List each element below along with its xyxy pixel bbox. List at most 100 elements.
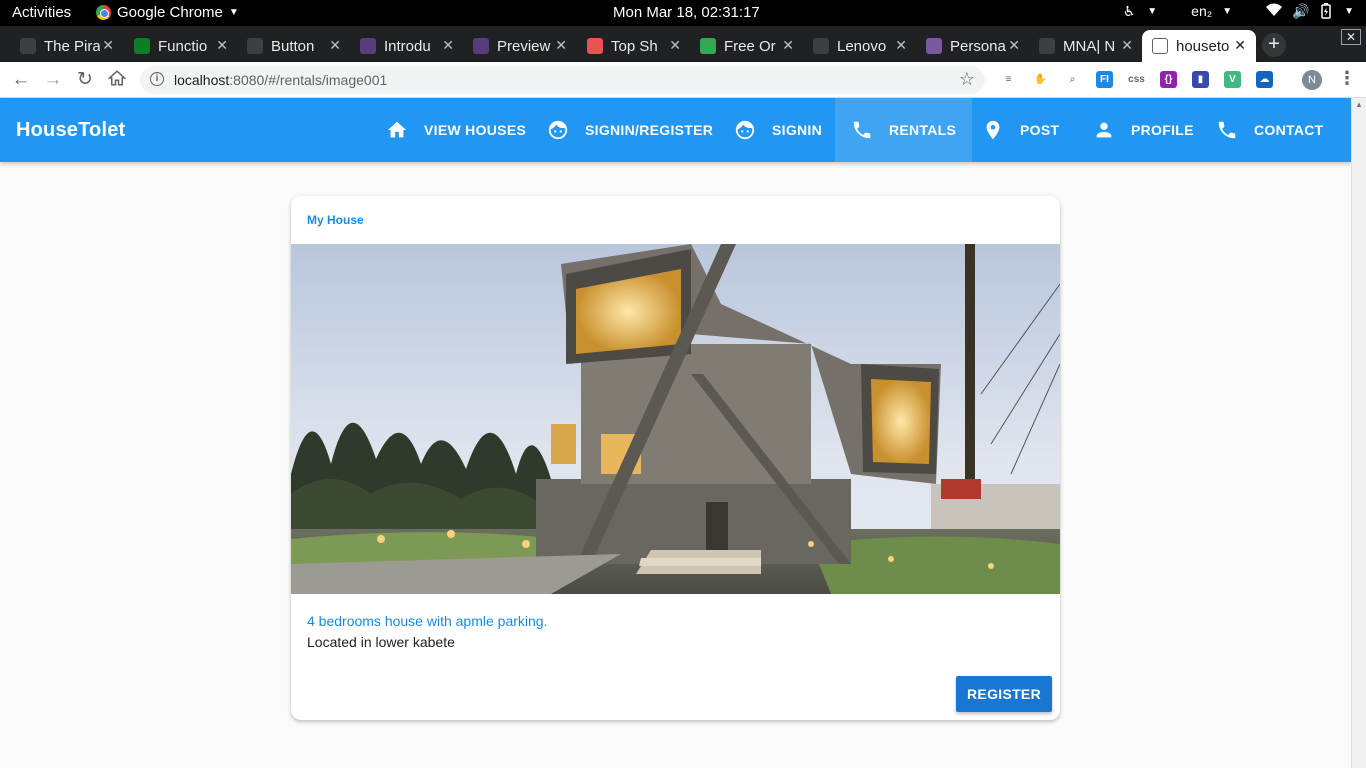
browser-tab-title: Top Sh <box>611 37 658 55</box>
close-tab-icon[interactable]: ✕ <box>555 37 567 54</box>
vue-devtools-icon[interactable]: V <box>1224 71 1241 88</box>
window-close-button[interactable]: ✕ <box>1341 29 1361 45</box>
close-tab-icon[interactable]: ✕ <box>1121 37 1133 54</box>
browser-tab-title: Button <box>271 37 315 55</box>
browser-tab-title: Persona <box>950 37 1006 55</box>
browser-tab-title: MNA| N <box>1063 37 1116 55</box>
browser-tab[interactable]: Persona ✕ <box>916 30 1030 62</box>
close-tab-icon[interactable]: ✕ <box>895 37 907 54</box>
close-tab-icon[interactable]: ✕ <box>329 37 341 54</box>
forward-button[interactable]: → <box>42 69 64 91</box>
lenovo-icon <box>813 38 829 54</box>
close-tab-icon[interactable]: ✕ <box>1234 37 1246 54</box>
browser-tab[interactable]: Functio ✕ <box>124 30 238 62</box>
profile-avatar[interactable]: N <box>1302 70 1322 90</box>
bookmark-star-icon[interactable]: ☆ <box>959 69 975 90</box>
location-pin-icon <box>982 119 1004 141</box>
browser-tab[interactable]: The Pira ✕ <box>10 30 124 62</box>
page-scrollbar[interactable]: ▲ <box>1351 98 1366 768</box>
browser-tab[interactable]: Lenovo ✕ <box>803 30 917 62</box>
cloud-extension-icon[interactable]: ☁ <box>1256 71 1273 88</box>
chrome-icon <box>96 5 111 20</box>
search-extension-icon[interactable]: ⌕ <box>1064 71 1081 88</box>
back-button[interactable]: ← <box>10 69 32 91</box>
nav-item-label: RENTALS <box>889 122 957 138</box>
browser-tab-title: houseto <box>1176 37 1230 55</box>
nav-item-rentals[interactable]: RENTALS <box>835 98 973 162</box>
browser-tab[interactable]: Top Sh ✕ <box>577 30 691 62</box>
url-text[interactable]: localhost:8080/#/rentals/image001 <box>174 72 387 88</box>
css-extension-icon[interactable]: css <box>1128 71 1145 88</box>
nav-item-signin[interactable]: SIGNIN <box>718 98 838 162</box>
close-tab-icon[interactable]: ✕ <box>216 37 228 54</box>
site-info-icon[interactable]: i <box>150 72 164 86</box>
reading-list-icon[interactable]: ≡ <box>1000 71 1017 88</box>
close-tab-icon[interactable]: ✕ <box>1008 37 1020 54</box>
browser-tab[interactable]: MNA| N ✕ <box>1029 30 1143 62</box>
wifi-icon[interactable] <box>1266 3 1283 19</box>
volume-icon[interactable]: 🔊 <box>1292 3 1309 19</box>
home-button[interactable] <box>106 69 128 91</box>
browser-tab[interactable]: Preview ✕ <box>463 30 577 62</box>
nav-item-label: CONTACT <box>1254 122 1324 138</box>
page-icon <box>1039 38 1055 54</box>
register-button[interactable]: REGISTER <box>956 676 1052 712</box>
android-icon <box>134 38 150 54</box>
close-tab-icon[interactable]: ✕ <box>102 37 114 54</box>
heroku-icon <box>926 38 942 54</box>
face-icon <box>547 119 569 141</box>
terminal-icon <box>20 38 36 54</box>
app-toolbar: HouseTolet VIEW HOUSES SIGNIN/REGISTER SIG… <box>0 98 1351 162</box>
card-description: Located in lower kabete <box>307 634 455 650</box>
nav-item-contact[interactable]: CONTACT <box>1200 98 1340 162</box>
close-tab-icon[interactable]: ✕ <box>782 37 794 54</box>
browser-tab-title: The Pira <box>44 37 100 55</box>
bootstrap-icon <box>473 38 489 54</box>
browser-toolbar: ← → ↻ i localhost:8080/#/rentals/image00… <box>0 62 1366 98</box>
bookmark-extension-icon[interactable]: ▮ <box>1192 71 1209 88</box>
scroll-up-arrow-icon[interactable]: ▲ <box>1355 100 1363 109</box>
browser-tab-title: Introdu <box>384 37 431 55</box>
nav-item-view-houses[interactable]: VIEW HOUSES <box>370 98 542 162</box>
close-tab-icon[interactable]: ✕ <box>669 37 681 54</box>
nav-item-profile[interactable]: PROFILE <box>1077 98 1210 162</box>
codepen-icon <box>247 38 263 54</box>
clock[interactable]: Mon Mar 18, 02:31:17 <box>613 4 760 21</box>
address-bar[interactable]: i localhost:8080/#/rentals/image001 ☆ <box>140 66 985 94</box>
gnome-extension-icon[interactable]: ✋ <box>1032 71 1049 88</box>
udemy-icon <box>587 38 603 54</box>
phone-icon <box>851 119 873 141</box>
reload-button[interactable]: ↻ <box>74 69 96 91</box>
fi-extension-icon[interactable]: FI <box>1096 71 1113 88</box>
person-icon <box>1093 119 1115 141</box>
system-tray[interactable]: ♿ ▼ en₂ ▼ 🔊 ▼ <box>1121 3 1354 19</box>
nav-item-label: SIGNIN <box>772 122 823 138</box>
bracket-extension-icon[interactable]: {} <box>1160 71 1177 88</box>
browser-tab[interactable]: houseto ✕ <box>1142 30 1256 62</box>
nav-item-label: POST <box>1020 122 1060 138</box>
nav-item-post[interactable]: POST <box>966 98 1075 162</box>
chrome-menu-icon[interactable]: ⋮ <box>1338 68 1356 89</box>
browser-tab[interactable]: Button ✕ <box>237 30 351 62</box>
battery-icon[interactable] <box>1318 3 1334 19</box>
nav-item-signin-register[interactable]: SIGNIN/REGISTER <box>531 98 729 162</box>
browser-tab-strip: The Pira ✕ Functio ✕ Button ✕ Introdu ✕ Preview ✕… <box>0 26 1366 62</box>
browser-tab[interactable]: Free Or ✕ <box>690 30 804 62</box>
chevron-down-icon: ▼ <box>228 7 239 18</box>
brand-title[interactable]: HouseTolet <box>16 119 125 142</box>
card-title: My House <box>307 213 364 227</box>
activities-button[interactable]: Activities <box>12 4 71 21</box>
nav-item-label: SIGNIN/REGISTER <box>585 122 714 138</box>
app-menu[interactable]: Google Chrome ▼ <box>96 4 239 21</box>
new-tab-button[interactable]: + <box>1262 33 1286 57</box>
accessibility-icon[interactable]: ♿ <box>1121 3 1137 19</box>
os-top-bar: Activities Google Chrome ▼ Mon Mar 18, 0… <box>0 0 1366 26</box>
keyboard-layout[interactable]: en₂ <box>1191 3 1212 19</box>
browser-tab-title: Free Or <box>724 37 776 55</box>
nav-item-label: PROFILE <box>1131 122 1194 138</box>
close-tab-icon[interactable]: ✕ <box>442 37 454 54</box>
home-icon <box>386 119 408 141</box>
browser-tab[interactable]: Introdu ✕ <box>350 30 464 62</box>
browser-tab-title: Functio <box>158 37 208 55</box>
chevron-down-icon: ▼ <box>1222 5 1233 17</box>
